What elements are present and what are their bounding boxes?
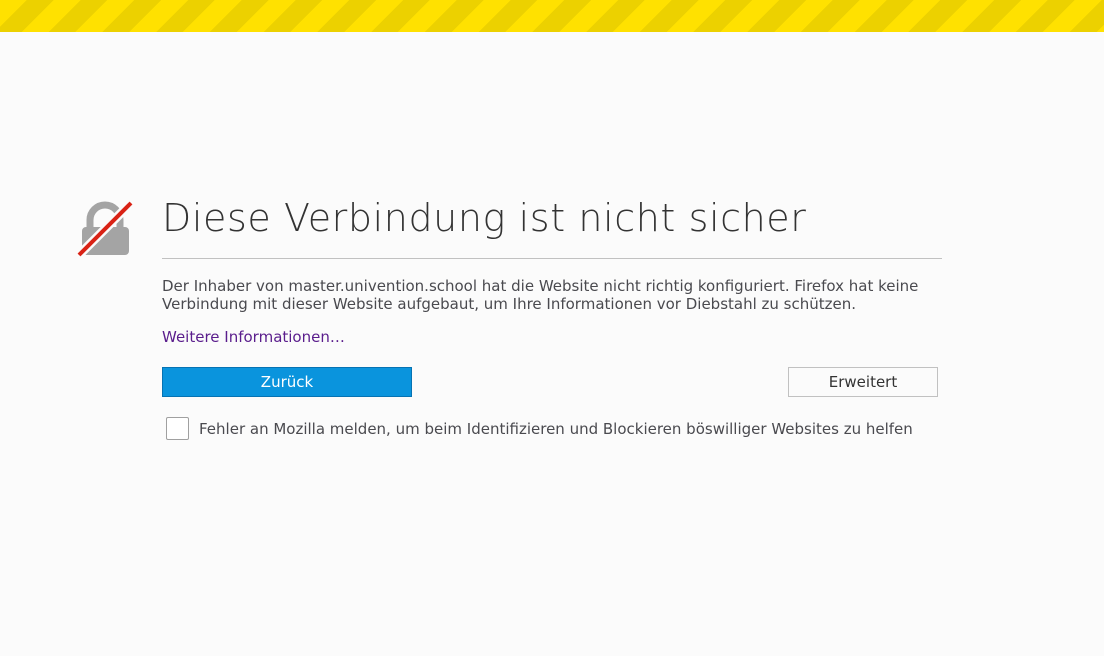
back-button[interactable]: Zurück <box>162 367 412 397</box>
report-option: Fehler an Mozilla melden, um beim Identi… <box>166 417 913 440</box>
learn-more-link[interactable]: Weitere Informationen… <box>162 328 345 346</box>
report-checkbox-label[interactable]: Fehler an Mozilla melden, um beim Identi… <box>199 420 913 438</box>
title-divider <box>162 258 942 259</box>
broken-lock-icon <box>75 199 135 259</box>
page-title: Diese Verbindung ist nicht sicher <box>162 196 807 240</box>
advanced-button[interactable]: Erweitert <box>788 367 938 397</box>
error-description: Der Inhaber von master.univention.school… <box>162 277 919 313</box>
report-checkbox[interactable] <box>166 417 189 440</box>
warning-stripe <box>0 0 1104 32</box>
